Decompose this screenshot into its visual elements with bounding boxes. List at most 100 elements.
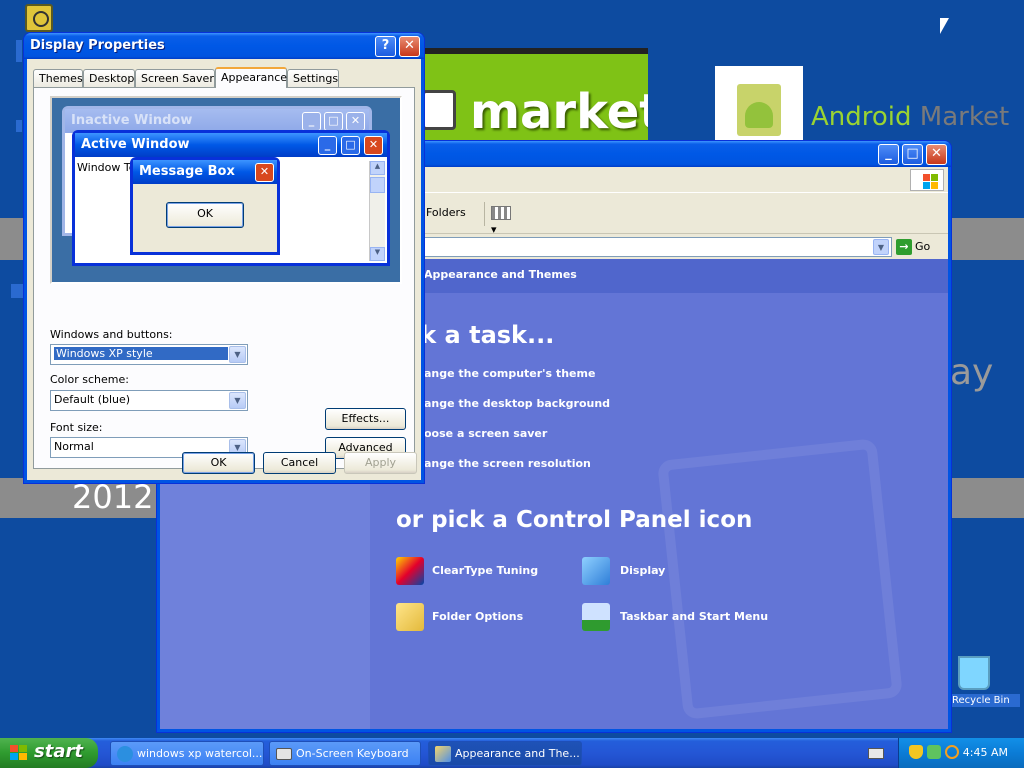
keyboard-icon: [276, 748, 292, 760]
recycle-bin-label[interactable]: Recycle Bin: [950, 694, 1020, 707]
taskbar-item-onscreen-keyboard[interactable]: On-Screen Keyboard: [269, 741, 421, 766]
preview-scrollbar: ▲ ▼: [369, 161, 385, 261]
tab-screen-saver[interactable]: Screen Saver: [135, 69, 215, 87]
search-icon[interactable]: [945, 745, 959, 759]
preview-message-box: Message Box ✕ OK: [130, 157, 280, 255]
preview-active-minimize-icon: _: [318, 136, 337, 155]
tab-desktop[interactable]: Desktop: [83, 69, 135, 87]
market-bag-icon: [422, 90, 456, 130]
preview-active-title: Active Window: [81, 137, 190, 152]
address-dropdown-icon[interactable]: ▼: [873, 239, 889, 255]
wallpaper-market-image: market: [408, 48, 648, 140]
task-link-theme[interactable]: ange the computer's theme: [424, 367, 595, 380]
go-arrow-icon: →: [896, 239, 912, 255]
views-icon: [491, 206, 511, 220]
desktop-icon-fragment[interactable]: [16, 40, 22, 62]
preview-scroll-up-icon: ▲: [370, 161, 385, 175]
effects-button[interactable]: Effects...: [325, 408, 406, 430]
color-scheme-select[interactable]: Default (blue) ▼: [50, 390, 248, 411]
apply-button[interactable]: Apply: [344, 452, 417, 474]
start-button[interactable]: start: [0, 738, 98, 768]
display-link[interactable]: Display: [620, 564, 665, 577]
cleartype-icon[interactable]: [396, 557, 424, 585]
preview-message-title: Message Box: [139, 164, 235, 179]
views-button[interactable]: ▾: [484, 202, 518, 236]
taskbar-item-label: windows xp watercol...: [137, 747, 263, 760]
chevron-down-icon[interactable]: ▼: [229, 392, 246, 409]
start-label: start: [34, 741, 83, 762]
folder-options-icon[interactable]: [396, 603, 424, 631]
preview-ok-button: OK: [166, 202, 244, 228]
taskbar-item-appearance-themes[interactable]: Appearance and The...: [428, 741, 582, 766]
taskbar-icon[interactable]: [582, 603, 610, 631]
preview-inactive-title: Inactive Window: [71, 113, 193, 128]
preview-active-close-icon: ✕: [364, 136, 383, 155]
desktop-icon-fragment[interactable]: [11, 284, 23, 298]
preview-inactive-close-icon: ✕: [346, 112, 365, 131]
pick-task-heading: ck a task...: [406, 321, 555, 349]
watermark-graphic: [657, 438, 903, 720]
dialog-title: Display Properties: [30, 38, 165, 53]
help-button[interactable]: ?: [375, 36, 396, 57]
taskbar-item-label: On-Screen Keyboard: [296, 747, 409, 760]
display-properties-titlebar[interactable]: Display Properties ? ✕: [24, 33, 424, 59]
taskbar: start windows xp watercol... On-Screen K…: [0, 738, 1024, 768]
system-tray: 4:45 AM: [898, 738, 1024, 768]
desktop-shortcut-icon[interactable]: [25, 4, 53, 32]
color-scheme-label: Color scheme:: [50, 373, 129, 386]
ok-button[interactable]: OK: [182, 452, 255, 474]
keyboard-tray-icon[interactable]: [868, 748, 884, 759]
folder-options-link[interactable]: Folder Options: [432, 610, 523, 623]
tab-settings[interactable]: Settings: [287, 69, 339, 87]
wallpaper-android-image: [715, 66, 803, 140]
control-panel-icon: [435, 746, 451, 762]
task-link-screensaver[interactable]: oose a screen saver: [424, 427, 547, 440]
preview-inactive-maximize-icon: □: [324, 112, 343, 131]
windows-buttons-select[interactable]: Windows XP style ▼: [50, 344, 248, 365]
android-robot-icon: [745, 102, 773, 128]
wallpaper-partial-text: ay: [950, 352, 994, 393]
internet-explorer-icon: [117, 746, 133, 762]
taskbar-start-menu-link[interactable]: Taskbar and Start Menu: [620, 610, 768, 623]
preview-inactive-minimize-icon: _: [302, 112, 321, 131]
font-size-value: Normal: [54, 440, 94, 453]
wallpaper-market-text: market: [470, 84, 648, 140]
taskbar-item-label: Appearance and The...: [455, 747, 580, 760]
pick-icon-heading: or pick a Control Panel icon: [396, 507, 753, 533]
tab-themes[interactable]: Themes: [33, 69, 83, 87]
display-icon[interactable]: [582, 557, 610, 585]
task-link-background[interactable]: ange the desktop background: [424, 397, 610, 410]
desktop-icon-fragment[interactable]: [16, 120, 22, 132]
cleartype-tuning-link[interactable]: ClearType Tuning: [432, 564, 538, 577]
windows-flag-icon: [10, 745, 28, 761]
task-link-resolution[interactable]: ange the screen resolution: [424, 457, 591, 470]
preview-scroll-thumb: [370, 177, 385, 193]
chevron-down-icon[interactable]: ▼: [229, 346, 246, 363]
mouse-pointer-icon: [940, 18, 949, 34]
dialog-body: Themes Desktop Screen Saver Appearance S…: [27, 59, 421, 480]
wallpaper-android-market-text: Android Market: [811, 102, 1009, 132]
clock[interactable]: 4:45 AM: [963, 746, 1008, 759]
preview-scroll-down-icon: ▼: [370, 247, 385, 261]
tab-appearance[interactable]: Appearance: [215, 67, 287, 88]
minimize-button[interactable]: _: [878, 144, 899, 165]
taskbar-item-browser[interactable]: windows xp watercol...: [110, 741, 264, 766]
category-title: Appearance and Themes: [424, 268, 577, 281]
network-icon[interactable]: [927, 745, 941, 759]
close-button[interactable]: ✕: [926, 144, 947, 165]
maximize-button[interactable]: □: [902, 144, 923, 165]
recycle-bin-icon[interactable]: [958, 656, 990, 690]
security-shield-icon[interactable]: [909, 745, 923, 759]
close-button[interactable]: ✕: [399, 36, 420, 57]
appearance-preview: Inactive Window _ □ ✕ Active Window _ □ …: [50, 96, 402, 284]
preview-active-maximize-icon: □: [341, 136, 360, 155]
windows-buttons-label: Windows and buttons:: [50, 328, 173, 341]
folders-button[interactable]: Folders: [426, 206, 466, 219]
preview-message-close-icon: ✕: [255, 163, 274, 182]
windows-logo-icon: [910, 169, 944, 191]
windows-buttons-value: Windows XP style: [54, 347, 228, 360]
go-label: Go: [915, 240, 931, 253]
display-properties-dialog[interactable]: Display Properties ? ✕ Themes Desktop Sc…: [23, 32, 425, 484]
cancel-button[interactable]: Cancel: [263, 452, 336, 474]
go-button[interactable]: → Go: [896, 239, 944, 257]
